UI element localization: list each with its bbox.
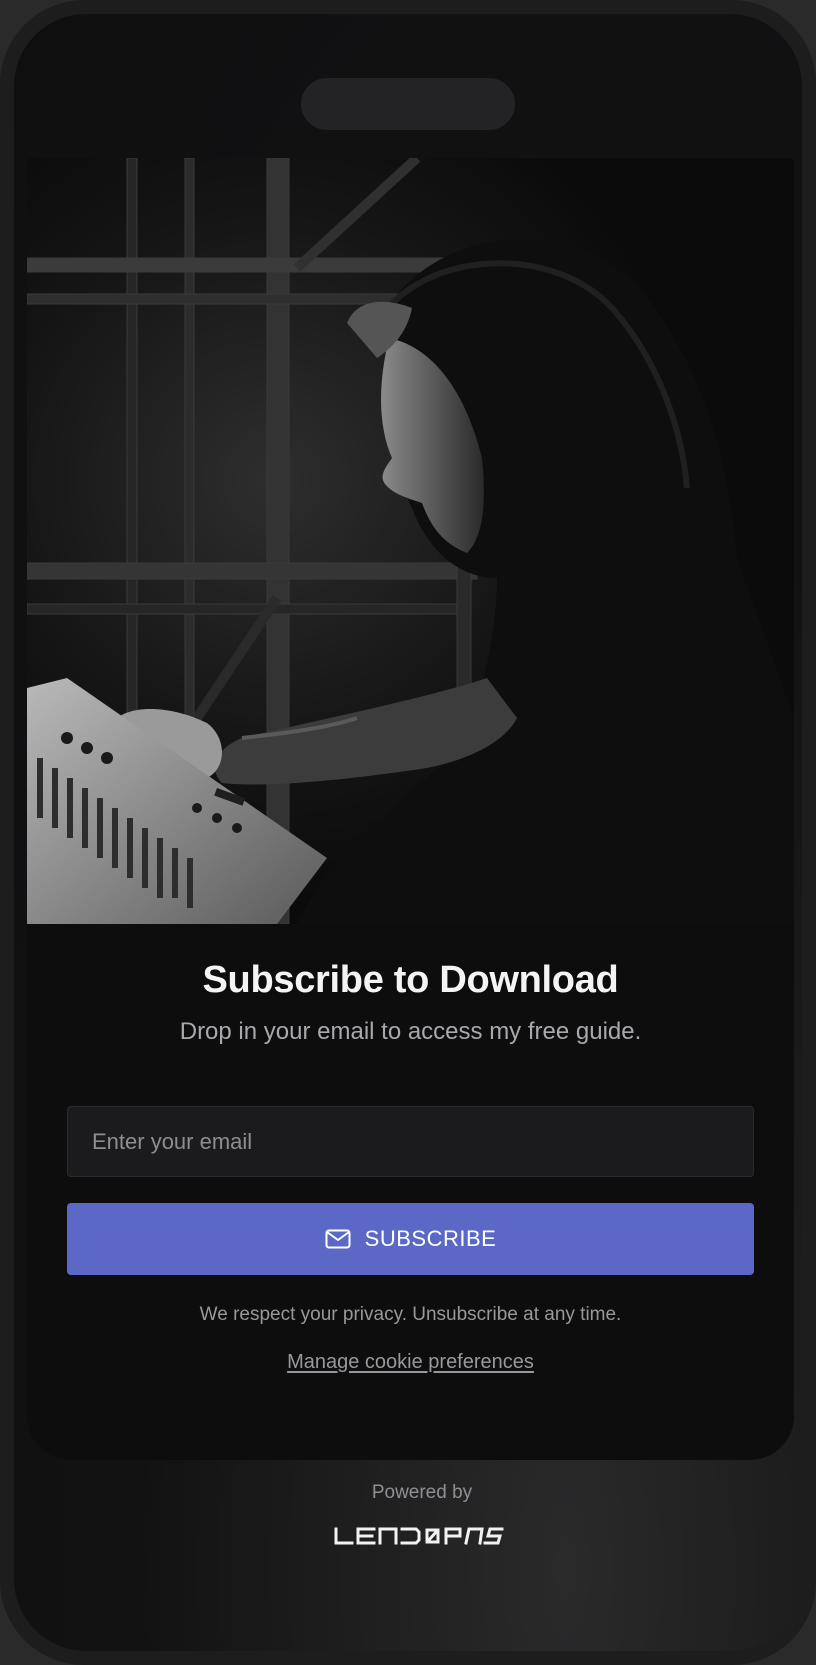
mail-icon [325, 1229, 351, 1249]
subscribe-card: Subscribe to Download Drop in your email… [27, 158, 794, 1460]
subscribe-button[interactable]: SUBSCRIBE [67, 1203, 754, 1275]
subscribe-label: SUBSCRIBE [364, 1226, 497, 1251]
screen: Subscribe to Download Drop in your email… [14, 14, 802, 1651]
powered-by-footer: Powered by [14, 1479, 802, 1547]
form-title: Subscribe to Download [202, 959, 619, 1001]
dynamic-island [301, 78, 515, 130]
cookie-preferences-link[interactable]: Manage cookie preferences [287, 1351, 534, 1374]
form-subtitle: Drop in your email to access my free gui… [179, 1018, 642, 1045]
email-input[interactable] [67, 1106, 754, 1177]
phone-frame: Subscribe to Download Drop in your email… [0, 0, 816, 1665]
subscribe-form: Subscribe to Download Drop in your email… [27, 924, 794, 1374]
powered-by-label: Powered by [371, 1482, 473, 1503]
privacy-note: We respect your privacy. Unsubscribe at … [199, 1304, 622, 1325]
hero-image [27, 158, 794, 924]
leadpass-logo[interactable] [332, 1525, 512, 1547]
